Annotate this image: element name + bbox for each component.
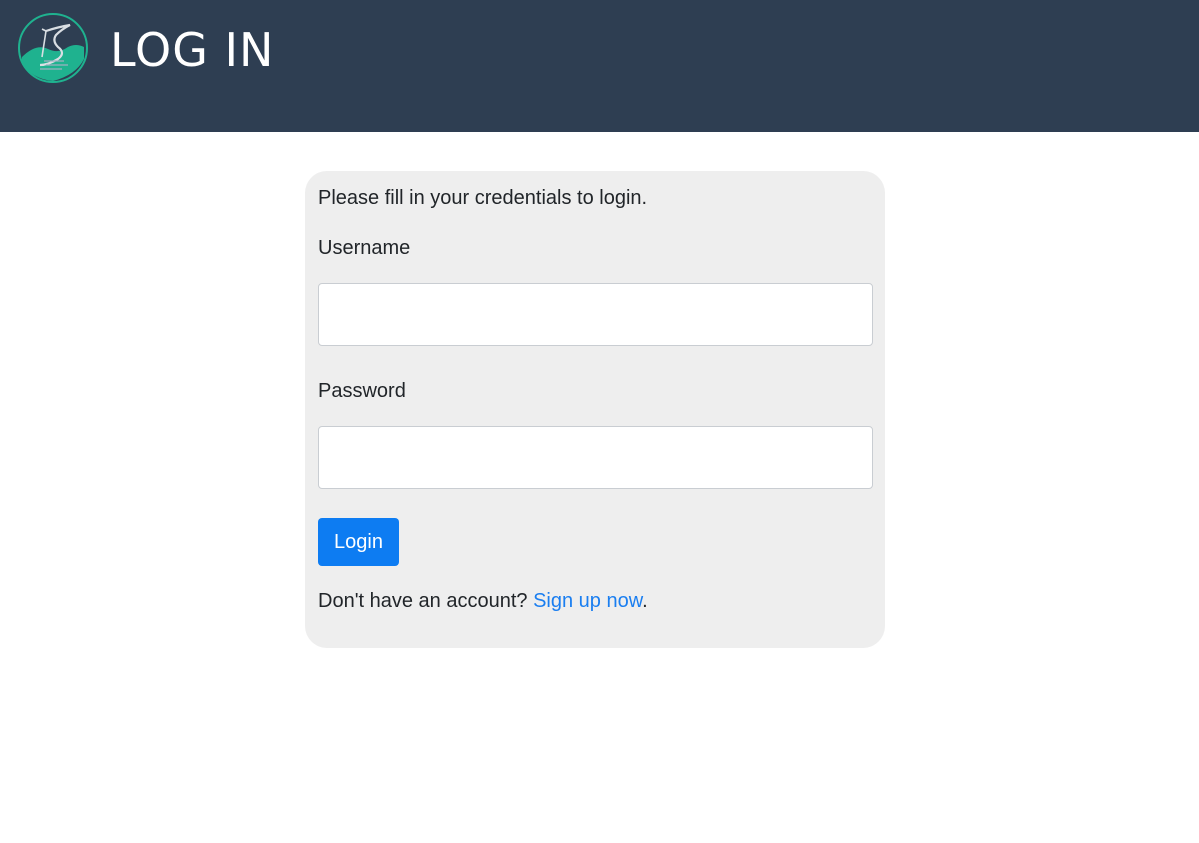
page-title: LOG IN <box>110 23 275 77</box>
login-card: Please fill in your credentials to login… <box>305 171 885 648</box>
site-header: LOG IN <box>0 0 1199 132</box>
password-label: Password <box>318 380 406 402</box>
road-circle-logo-icon <box>18 13 88 83</box>
signup-prompt-row: Don't have an account? Sign up now. <box>318 588 648 614</box>
signup-link[interactable]: Sign up now <box>533 590 642 612</box>
signup-suffix: . <box>642 590 648 612</box>
login-instructions: Please fill in your credentials to login… <box>318 187 648 209</box>
password-input[interactable] <box>318 426 873 489</box>
login-button[interactable]: Login <box>318 518 399 566</box>
signup-prompt-text: Don't have an account? <box>318 590 528 612</box>
username-input[interactable] <box>318 283 873 346</box>
username-label: Username <box>318 237 411 259</box>
